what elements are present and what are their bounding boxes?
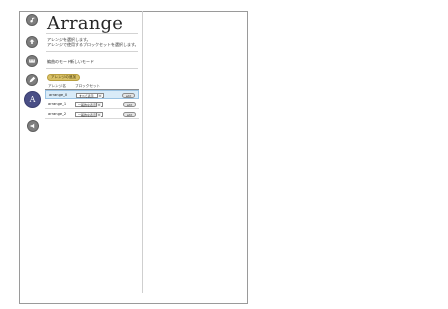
arrange-name: arrange_1 [48,102,67,106]
column-header-arrange-name: アレンジ名 [48,84,66,88]
chevron-down-icon: ▾ [97,94,102,98]
mode-value[interactable]: 新しいモード [70,59,94,64]
blockset-select[interactable]: すべて表示 ▾ [76,93,104,98]
music-note-icon [30,16,35,23]
table-row[interactable]: arrange_0 すべて表示 ▾ edit [45,90,139,99]
table-row[interactable]: arrange_2 一般的な表示 ▾ edit [45,110,139,119]
description-underline [46,51,138,52]
blockset-select[interactable]: 一般的な表示 ▾ [75,112,103,117]
step-5-arrange-button[interactable]: A [24,91,41,108]
step-1-music-button[interactable] [26,14,38,26]
blockset-select[interactable]: 一般的な表示 ▾ [75,102,103,107]
blockset-value: 一般的な表示 [78,103,97,107]
arrange-a-icon: A [29,95,36,104]
step-6-volume-button[interactable] [27,120,39,132]
chevron-down-icon: ▾ [96,103,101,107]
keyboard-icon [29,59,35,63]
chevron-down-icon: ▾ [96,113,101,117]
title-underline [46,33,138,34]
upload-icon [29,39,35,44]
pencil-icon [29,76,36,83]
arrange-name: arrange_0 [49,93,68,97]
edit-button[interactable]: edit [123,102,136,107]
step-2-upload-button[interactable] [26,36,38,48]
edit-button[interactable]: edit [122,93,135,98]
step-4-edit-button[interactable] [26,74,38,86]
app-window [19,11,248,304]
edit-button[interactable]: edit [123,112,136,117]
panel-divider [142,11,143,293]
description-line-2: アレンジで使用するブロックセットを選択します。 [47,42,139,47]
add-arrange-button[interactable]: アレンジの追加 [47,74,80,81]
volume-icon [30,123,35,129]
arrange-name: arrange_2 [48,112,67,116]
step-3-keyboard-button[interactable] [26,55,38,67]
blockset-value: 一般的な表示 [78,113,97,117]
blockset-value: すべて表示 [79,94,94,98]
table-row[interactable]: arrange_1 一般的な表示 ▾ edit [45,100,139,109]
mode-underline [46,68,138,69]
page-title: Arrange [47,13,124,34]
column-header-blockset: ブロックセット [75,84,101,88]
table-header: アレンジ名 ブロックセット [45,83,139,90]
